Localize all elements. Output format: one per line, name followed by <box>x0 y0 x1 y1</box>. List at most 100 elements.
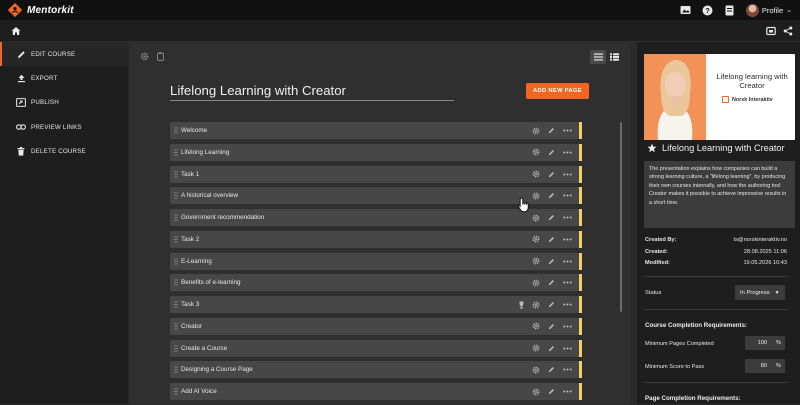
add-new-page-button[interactable]: ADD NEW PAGE <box>526 83 589 99</box>
more-options-icon[interactable] <box>562 127 572 135</box>
edit-page-icon[interactable] <box>547 366 555 374</box>
edit-page-icon[interactable] <box>547 148 555 156</box>
drag-handle-icon[interactable] <box>170 344 180 352</box>
page-settings-icon[interactable] <box>532 279 540 287</box>
edit-page-icon[interactable] <box>547 301 555 309</box>
clipboard-icon[interactable] <box>156 52 165 61</box>
brand[interactable]: Mentorkit <box>8 3 74 17</box>
edit-page-icon[interactable] <box>547 322 555 330</box>
page-settings-icon[interactable] <box>532 192 540 200</box>
publish-icon <box>16 98 26 108</box>
page-row[interactable]: Benefits of e-learning <box>170 274 582 292</box>
edit-page-icon[interactable] <box>547 344 555 352</box>
page-row[interactable]: Create a Course <box>170 339 582 357</box>
edit-page-icon[interactable] <box>547 235 555 243</box>
settings-icon[interactable] <box>140 52 149 61</box>
more-options-icon[interactable] <box>562 279 572 287</box>
page-settings-icon[interactable] <box>532 301 540 309</box>
more-options-icon[interactable] <box>562 257 572 265</box>
modified-row: Modified: 19.05.2026 10:43 <box>645 260 787 266</box>
sidebar-item-label: PUBLISH <box>31 99 59 107</box>
min-pages-label: Minimum Pages Completed <box>645 341 714 347</box>
more-options-icon[interactable] <box>562 192 572 200</box>
document-icon[interactable] <box>724 4 736 16</box>
page-name: Add AI Voice <box>181 388 217 395</box>
page-row[interactable]: Creator <box>170 317 582 335</box>
drag-handle-icon[interactable] <box>170 279 180 286</box>
sidebar-item-publish[interactable]: PUBLISH <box>0 91 128 115</box>
page-row[interactable]: Lifelong Learning <box>170 143 582 161</box>
list-view-button[interactable] <box>590 50 606 64</box>
more-options-icon[interactable] <box>562 344 572 352</box>
edit-page-icon[interactable] <box>547 257 555 265</box>
more-options-icon[interactable] <box>562 235 572 243</box>
page-settings-icon[interactable] <box>532 257 540 265</box>
avatar[interactable] <box>745 3 759 17</box>
help-icon[interactable]: ? <box>702 4 714 16</box>
edit-page-icon[interactable] <box>547 127 555 135</box>
scrollbar[interactable] <box>620 122 622 312</box>
detail-list-view-button[interactable] <box>606 50 622 64</box>
status-select[interactable]: In Progress ▼ <box>735 285 785 300</box>
page-row[interactable]: Add AI Voice <box>170 383 582 400</box>
chevron-down-icon[interactable]: ⌄ <box>786 6 792 14</box>
page-row[interactable]: Welcome <box>170 122 582 139</box>
page-row[interactable]: E-Learning <box>170 252 582 270</box>
drag-handle-icon[interactable] <box>170 323 180 330</box>
course-title-input[interactable]: Lifelong Learning with Creator <box>170 83 454 101</box>
drag-handle-icon[interactable] <box>170 257 180 265</box>
profile-menu[interactable]: Profile <box>762 6 783 15</box>
more-options-icon[interactable] <box>562 322 572 330</box>
edit-page-icon[interactable] <box>547 214 555 222</box>
preview-icon[interactable] <box>766 26 776 36</box>
page-row[interactable]: Task 1 <box>170 165 582 183</box>
drag-handle-icon[interactable] <box>170 214 180 221</box>
edit-page-icon[interactable] <box>547 192 555 200</box>
page-list: Welcome Lifelong Learning Task 1 A historic… <box>170 122 582 405</box>
drag-handle-icon[interactable] <box>170 366 180 373</box>
page-settings-icon[interactable] <box>532 170 540 178</box>
sidebar-item-edit-course[interactable]: EDIT COURSE <box>0 42 128 67</box>
more-options-icon[interactable] <box>562 170 572 178</box>
edit-page-icon[interactable] <box>547 279 555 287</box>
page-settings-icon[interactable] <box>532 235 540 243</box>
page-settings-icon[interactable] <box>532 344 540 352</box>
drag-handle-icon[interactable] <box>170 236 180 243</box>
drag-handle-icon[interactable] <box>170 192 180 199</box>
edit-page-icon[interactable] <box>547 388 555 396</box>
min-score-input[interactable]: 80 % <box>745 359 785 373</box>
drag-handle-icon[interactable] <box>170 170 180 178</box>
star-icon[interactable] <box>647 143 657 153</box>
page-row[interactable]: Designing a Course Page <box>170 361 582 379</box>
more-options-icon[interactable] <box>562 366 572 374</box>
more-options-icon[interactable] <box>562 301 572 309</box>
course-thumbnail: Lifelong learning with Creator Norsk Int… <box>644 54 795 140</box>
more-options-icon[interactable] <box>562 388 572 396</box>
more-options-icon[interactable] <box>562 214 572 222</box>
page-settings-icon[interactable] <box>532 322 540 330</box>
drag-handle-icon[interactable] <box>170 127 180 134</box>
page-completion-heading: Page Completion Requirements: <box>645 395 741 402</box>
sidebar-item-delete-course[interactable]: DELETE COURSE <box>0 140 128 164</box>
page-settings-icon[interactable] <box>532 366 540 374</box>
page-row[interactable]: Task 2 <box>170 230 582 248</box>
page-settings-icon[interactable] <box>532 148 540 156</box>
page-settings-icon[interactable] <box>532 127 540 135</box>
page-settings-icon[interactable] <box>532 214 540 222</box>
drag-handle-icon[interactable] <box>170 301 180 308</box>
page-settings-icon[interactable] <box>532 388 540 396</box>
toolbar <box>0 20 800 42</box>
drag-handle-icon[interactable] <box>170 149 180 156</box>
home-icon[interactable] <box>11 26 21 36</box>
page-row[interactable]: Task 3 <box>170 296 582 313</box>
share-icon[interactable] <box>783 26 793 36</box>
sidebar-item-preview-links[interactable]: PREVIEW LINKS <box>0 115 128 139</box>
drag-handle-icon[interactable] <box>170 388 180 395</box>
more-options-icon[interactable] <box>562 148 572 156</box>
edit-page-icon[interactable] <box>547 170 555 178</box>
min-pages-input[interactable]: 100 % <box>745 336 785 350</box>
sidebar-item-export[interactable]: EXPORT <box>0 66 128 90</box>
course-description[interactable]: The presentation explains how companies … <box>644 161 795 228</box>
media-library-icon[interactable] <box>680 4 692 16</box>
pencil-icon <box>16 49 26 59</box>
